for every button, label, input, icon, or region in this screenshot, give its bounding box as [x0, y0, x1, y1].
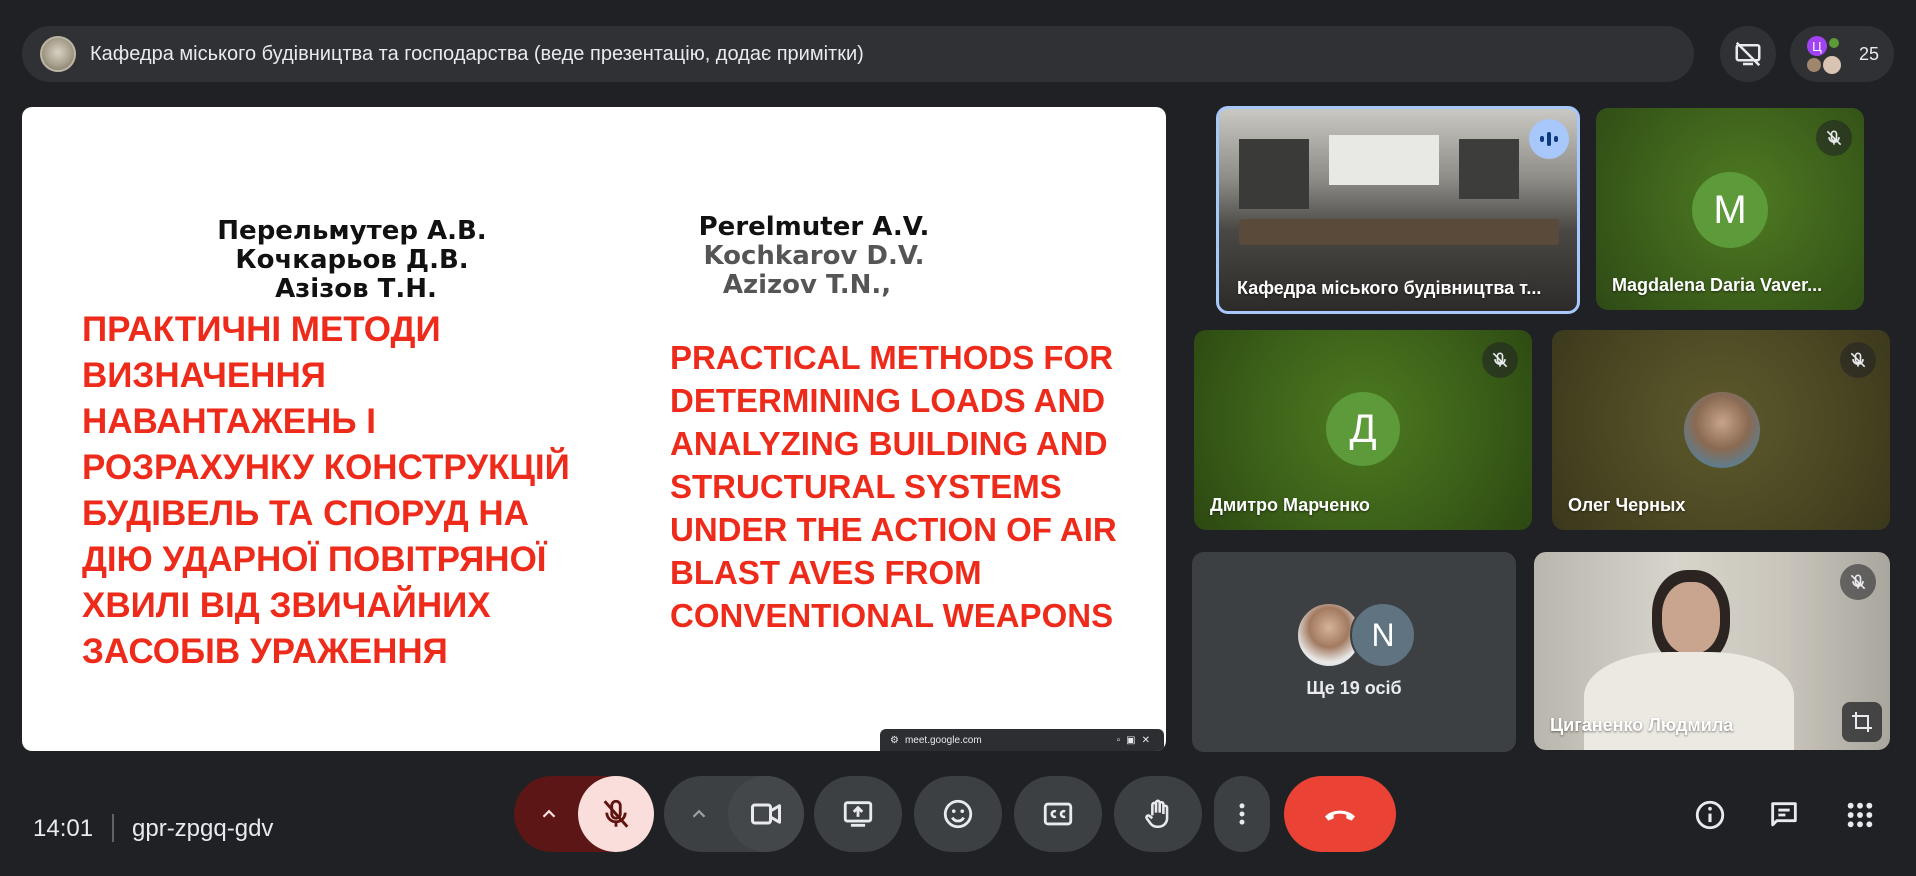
divider — [112, 814, 114, 842]
people-button[interactable]: Ц 25 — [1790, 26, 1894, 82]
chat-button[interactable] — [1762, 793, 1806, 837]
title-line: НАВАНТАЖЕНЬ І — [82, 402, 376, 441]
mic-toggle-button[interactable] — [578, 776, 654, 852]
reactions-button[interactable] — [914, 776, 1002, 852]
title-line: ВИЗНАЧЕННЯ — [82, 356, 326, 395]
author-line: Перельмутер А.В. — [217, 216, 487, 246]
crop-button[interactable] — [1842, 702, 1882, 742]
hand-icon — [1145, 799, 1169, 829]
present-screen-button[interactable] — [814, 776, 902, 852]
slide-title-ua: ПРАКТИЧНІ МЕТОДИ ВИЗНАЧЕННЯ НАВАНТАЖЕНЬ … — [82, 307, 570, 675]
hide-presentation-button[interactable] — [1720, 26, 1776, 82]
presentation-banner[interactable]: Кафедра міського будівництва та господар… — [22, 26, 1694, 82]
authors-ua: Перельмутер А.В. Кочкарьов Д.В. Азізов Т… — [172, 217, 572, 304]
muted-indicator — [1816, 120, 1852, 156]
share-url: meet.google.com — [904, 734, 982, 746]
title-line: CONVENTIONAL WEAPONS — [670, 597, 1114, 634]
title-line: ANALYZING BUILDING AND — [670, 425, 1108, 462]
chevron-up-icon — [542, 809, 556, 818]
apps-grid-icon — [1847, 802, 1873, 828]
title-line: ЗАСОБІВ УРАЖЕННЯ — [82, 632, 448, 671]
people-avatar-photo — [1822, 56, 1841, 74]
more-options-button[interactable] — [1214, 776, 1270, 852]
title-line: PRACTICAL METHODS FOR — [670, 339, 1114, 376]
participant-tile-oleg[interactable]: Олег Черных — [1552, 330, 1890, 530]
title-line: ПРАКТИЧНІ МЕТОДИ — [82, 310, 441, 349]
chevron-up-icon — [692, 809, 706, 818]
meeting-code: gpr-zpgq-gdv — [132, 815, 274, 842]
author-line: Azizov T.N., — [722, 270, 892, 300]
more-vert-icon — [1239, 803, 1245, 825]
info-icon — [1695, 800, 1725, 830]
presenter-title: Кафедра міського будівництва та господар… — [90, 42, 864, 65]
presenter-avatar — [40, 36, 76, 72]
slide-title-en: PRACTICAL METHODS FOR DETERMINING LOADS … — [670, 336, 1117, 637]
title-line: ДІЮ УДАРНОЇ ПОВІТРЯНОЇ — [82, 540, 547, 579]
mic-off-icon — [1492, 352, 1508, 368]
presentation-slide: Перельмутер А.В. Кочкарьов Д.В. Азізов Т… — [22, 107, 1166, 751]
title-line: DETERMINING LOADS AND — [670, 382, 1106, 419]
captions-button[interactable] — [1014, 776, 1102, 852]
people-avatar-dot — [1828, 38, 1839, 48]
mic-off-icon — [1850, 574, 1866, 590]
title-line: ХВИЛІ ВІД ЗВИЧАЙНИХ — [82, 586, 491, 625]
participant-avatar: Д — [1326, 392, 1400, 466]
hang-up-icon — [1325, 810, 1355, 821]
author-line: Азізов Т.Н. — [275, 274, 437, 304]
meeting-clock: 14:01 — [33, 815, 94, 842]
participant-tile-room[interactable]: Кафедра міського будівництва т... — [1216, 106, 1580, 314]
muted-indicator — [1482, 342, 1518, 378]
participant-avatar: M — [1692, 172, 1768, 248]
authors-en: Perelmuter A.V. Kochkarov D.V. Azizov T.… — [699, 213, 1117, 300]
title-line: БУДІВЕЛЬ ТА СПОРУД НА — [82, 494, 529, 533]
participant-name: Кафедра міського будівництва т... — [1237, 278, 1542, 298]
participant-avatar-photo — [1684, 392, 1760, 468]
author-line: Kochkarov D.V. — [703, 241, 925, 271]
crop-icon — [1852, 712, 1872, 732]
title-line: UNDER THE ACTION OF AIR — [670, 511, 1117, 548]
chat-icon — [1771, 802, 1797, 827]
participant-name: Циганенко Людмила — [1550, 715, 1734, 735]
audio-options-button[interactable] — [514, 776, 584, 852]
camera-toggle-button[interactable] — [728, 776, 804, 852]
title-line: РОЗРАХУНКУ КОНСТРУКЦІЙ — [82, 448, 570, 487]
people-avatar-photo — [1806, 58, 1821, 72]
closed-captions-icon — [1043, 802, 1073, 826]
participant-name: Дмитро Марченко — [1210, 495, 1370, 515]
title-line: BLAST AVES FROM — [670, 554, 982, 591]
speaking-indicator — [1529, 119, 1569, 159]
muted-indicator — [1840, 564, 1876, 600]
participant-tile-others[interactable]: N Ще 19 осіб — [1192, 552, 1516, 752]
raise-hand-button[interactable] — [1114, 776, 1202, 852]
title-line: STRUCTURAL SYSTEMS — [670, 468, 1062, 505]
participant-tile-magdalena[interactable]: M Magdalena Daria Vaver... — [1596, 108, 1864, 310]
screen-off-icon — [1735, 41, 1761, 67]
share-window-controls[interactable]: ▫▣✕ — [1117, 735, 1156, 746]
participant-tile-tsyganenko[interactable]: Циганенко Людмила — [1534, 552, 1890, 750]
present-icon — [843, 801, 873, 827]
meeting-details-button[interactable] — [1688, 793, 1732, 837]
mic-off-icon — [1850, 352, 1866, 368]
people-avatar-stack: Ц — [1805, 34, 1845, 74]
participant-tile-dmytro[interactable]: Д Дмитро Марченко — [1194, 330, 1532, 530]
tune-icon: ⚙ — [890, 734, 899, 746]
video-camera-icon — [751, 803, 781, 825]
participant-name: Magdalena Daria Vaver... — [1612, 275, 1823, 295]
participant-count: 25 — [1858, 43, 1880, 64]
mic-off-icon — [603, 799, 629, 828]
emoji-icon — [943, 799, 973, 829]
activities-button[interactable] — [1838, 793, 1882, 837]
author-line: Perelmuter A.V. — [698, 212, 930, 242]
leave-call-button[interactable] — [1284, 776, 1396, 852]
people-avatar-initial: Ц — [1806, 36, 1827, 56]
participant-name: Олег Черных — [1568, 495, 1686, 515]
audio-level-icon — [1540, 132, 1558, 146]
mic-off-icon — [1826, 130, 1842, 146]
participant-avatar: N — [1350, 602, 1416, 668]
muted-indicator — [1840, 342, 1876, 378]
others-count-label: Ще 19 осіб — [1306, 678, 1402, 698]
share-indicator-bar[interactable]: ⚙ meet.google.com ▫▣✕ — [880, 729, 1164, 751]
author-line: Кочкарьов Д.В. — [235, 245, 469, 275]
video-options-button[interactable] — [664, 776, 734, 852]
